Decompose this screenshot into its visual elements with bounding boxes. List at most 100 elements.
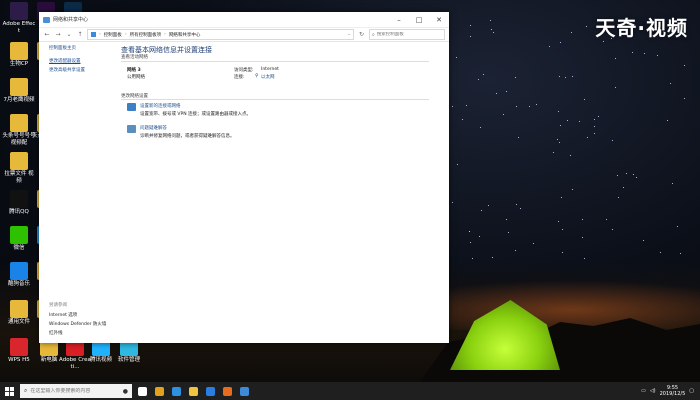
taskbar-app-media[interactable]: [220, 382, 234, 400]
star: [587, 136, 589, 138]
link-setup-new-connection[interactable]: 设置新的连接或网络: [140, 103, 181, 109]
star: [557, 221, 559, 223]
desktop-icon[interactable]: 拉票文件 视频: [2, 152, 36, 184]
star: [502, 114, 504, 116]
star: [487, 205, 489, 207]
star: [643, 52, 645, 54]
star: [677, 226, 679, 228]
search-input[interactable]: [376, 32, 437, 37]
desktop-app-icon: [10, 300, 28, 318]
access-type-label: 访问类型:: [234, 68, 254, 73]
clock[interactable]: 9:55 2019/12/5: [660, 385, 686, 397]
microphone-icon[interactable]: ●: [123, 388, 128, 395]
qq-browser-icon: [205, 386, 215, 396]
recent-dropdown-icon[interactable]: ⌄: [65, 30, 73, 39]
desktop-icon[interactable]: WPS H5: [2, 338, 36, 364]
maximize-button[interactable]: □: [409, 12, 429, 27]
star: [672, 182, 674, 184]
star: [632, 51, 634, 53]
star: [491, 28, 493, 30]
search-box[interactable]: ⌕: [369, 29, 445, 40]
star: [465, 105, 467, 107]
star: [451, 106, 453, 108]
title-bar[interactable]: 网络和共享中心 – □ ✕: [39, 12, 449, 28]
link-troubleshoot[interactable]: 问题疑难解答: [140, 125, 167, 131]
desktop-app-icon: [10, 2, 28, 20]
star: [548, 46, 550, 48]
star: [684, 97, 686, 99]
notification-icon[interactable]: ▢: [689, 388, 694, 394]
access-type-value: Internet: [261, 67, 279, 72]
breadcrumb-item[interactable]: 所有控制面板项: [130, 32, 162, 38]
taskbar-app-chrome[interactable]: [152, 382, 166, 400]
desktop-app-icon: [10, 190, 28, 208]
watermark: 天奇·视频: [595, 16, 688, 40]
windows-logo-icon: [4, 386, 14, 396]
up-arrow-icon[interactable]: ↑: [76, 30, 84, 39]
link-infrared[interactable]: 红外线: [49, 330, 63, 336]
star: [515, 249, 517, 251]
star: [582, 237, 584, 239]
star: [562, 252, 564, 254]
start-button[interactable]: [0, 382, 18, 400]
star: [519, 207, 521, 209]
address-bar: ← → ⌄ ↑ › 控制面板 › 所有控制面板项 › 网络和共享中心 ⌄ ↻ ⌕: [39, 28, 449, 42]
chrome-icon: [154, 386, 164, 396]
minimize-button[interactable]: –: [389, 12, 409, 27]
desktop-app-icon: [10, 114, 28, 132]
star: [470, 25, 472, 27]
back-arrow-icon[interactable]: ←: [43, 30, 51, 39]
desktop-app-icon: [10, 78, 28, 96]
star: [557, 138, 559, 140]
desktop-app-icon: [10, 152, 28, 170]
taskbar-search-input[interactable]: [30, 388, 119, 394]
taskbar-app-qq-browser[interactable]: [203, 382, 217, 400]
taskbar-apps: [132, 382, 251, 400]
window-title: 网络和共享中心: [53, 17, 89, 23]
link-internet-options[interactable]: Internet 选项: [49, 312, 77, 318]
star: [656, 54, 658, 56]
desktop-icon[interactable]: 7月老鹰视频: [2, 78, 36, 104]
refresh-icon[interactable]: ↻: [357, 31, 366, 38]
star: [479, 235, 481, 237]
address-dropdown-icon[interactable]: ⌄: [347, 32, 351, 37]
desktop-icon-label: Adobe Effect: [2, 21, 36, 34]
network-tray-icon[interactable]: ▭: [641, 388, 646, 394]
divider: [121, 61, 429, 62]
star: [518, 137, 520, 139]
desktop-app-icon: [10, 262, 28, 280]
link-change-adapter-settings[interactable]: 更改适配器设置: [49, 58, 81, 64]
taskbar-app-task-view[interactable]: [135, 382, 149, 400]
desktop-app-icon: [10, 338, 28, 356]
link-windows-defender-firewall[interactable]: Windows Defender 防火墙: [49, 321, 106, 327]
star: [593, 132, 595, 134]
control-panel-icon: [239, 386, 249, 396]
star: [571, 188, 573, 190]
close-button[interactable]: ✕: [429, 12, 449, 27]
star: [612, 139, 614, 141]
link-control-panel-home[interactable]: 控制面板主页: [49, 45, 76, 51]
breadcrumb-item[interactable]: 网络和共享中心: [169, 32, 201, 38]
star: [495, 92, 497, 94]
explorer-icon: [188, 386, 198, 396]
forward-arrow-icon[interactable]: →: [54, 30, 62, 39]
taskbar: ⌕ ● ▭ ◁) 9:55 2019/12/5 ▢: [0, 382, 700, 400]
star: [558, 141, 560, 143]
breadcrumb[interactable]: › 控制面板 › 所有控制面板项 › 网络和共享中心 ⌄: [87, 29, 354, 40]
taskbar-search[interactable]: ⌕ ●: [20, 384, 132, 398]
star: [516, 203, 518, 205]
breadcrumb-item[interactable]: 控制面板: [104, 32, 122, 38]
taskbar-app-explorer[interactable]: [186, 382, 200, 400]
taskbar-app-edge[interactable]: [169, 382, 183, 400]
volume-icon[interactable]: ◁): [650, 388, 656, 394]
taskbar-app-control-panel[interactable]: [237, 382, 251, 400]
network-sharing-window: 网络和共享中心 – □ ✕ ← → ⌄ ↑ › 控制面板 › 所有控制面板项 ›…: [39, 12, 449, 343]
desktop-icon-label: 拉票文件 视频: [4, 171, 34, 184]
star: [536, 104, 538, 105]
desktop-app-icon: [10, 42, 28, 60]
star: [455, 57, 457, 59]
link-change-advanced-sharing[interactable]: 更改高级共享设置: [49, 67, 85, 73]
star: [468, 231, 470, 233]
ethernet-link[interactable]: 以太网: [261, 74, 275, 80]
star: [514, 76, 516, 78]
